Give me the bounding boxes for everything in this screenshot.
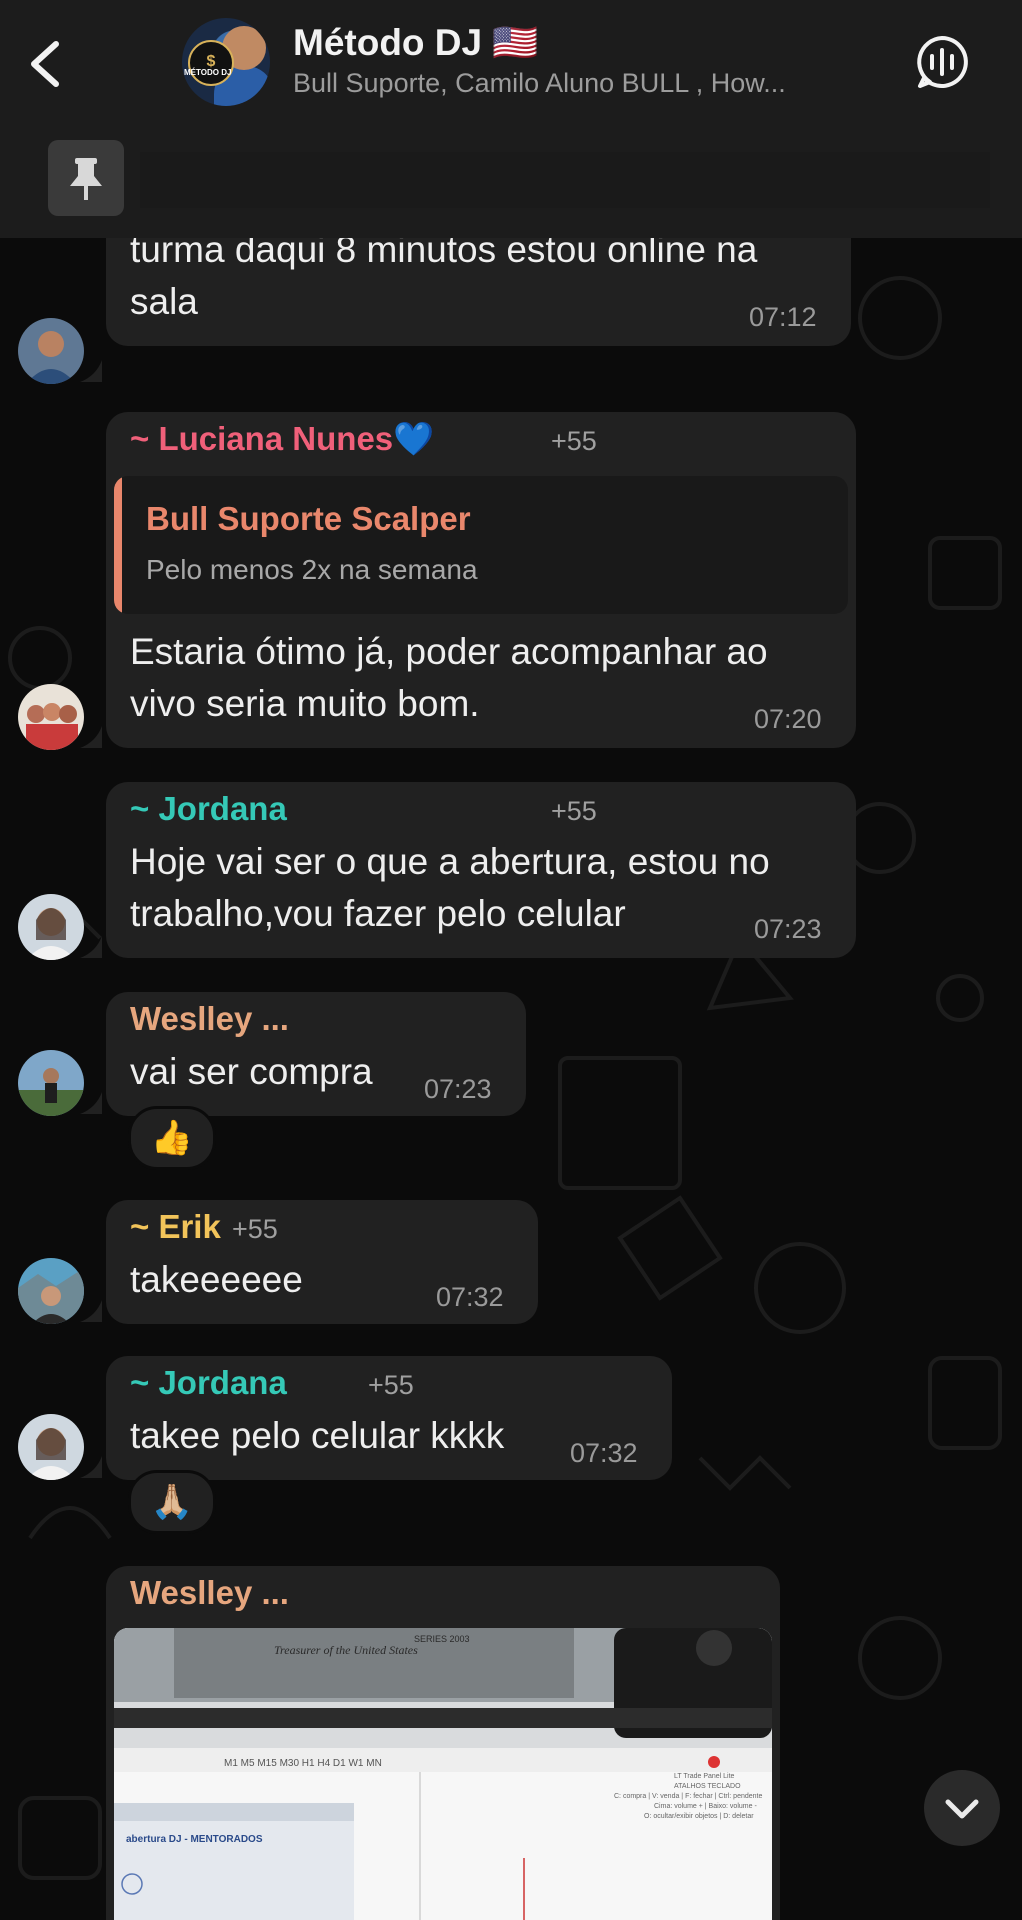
shared-photo[interactable]: Treasurer of the United States SERIES 20… <box>114 1628 772 1920</box>
reply-quote[interactable]: Bull Suporte Scalper Pelo menos 2x na se… <box>114 476 848 614</box>
pinned-message-bar[interactable] <box>0 130 1022 238</box>
message-bubble[interactable]: Weslley ... vai ser compra 07:23 <box>106 992 526 1116</box>
quote-sender: Bull Suporte Scalper <box>146 500 471 537</box>
svg-text:abertura DJ - MENTORADOS: abertura DJ - MENTORADOS <box>126 1834 263 1845</box>
sender-name[interactable]: ~ Jordana <box>130 790 287 828</box>
chevron-down-icon <box>945 1799 979 1819</box>
sender-name[interactable]: ~ Jordana <box>130 1364 287 1402</box>
group-avatar[interactable]: $ MÉTODO DJ <box>182 18 270 106</box>
scroll-to-bottom-button[interactable] <box>924 1770 1000 1846</box>
sender-phone: +55 <box>368 1370 414 1400</box>
message-time: 07:32 <box>436 1282 504 1312</box>
group-members[interactable]: Bull Suporte, Camilo Aluno BULL , How... <box>293 68 786 99</box>
avatar-logo-text: MÉTODO DJ <box>184 68 232 77</box>
quote-text: Pelo menos 2x na semana <box>146 554 478 585</box>
message-time: 07:23 <box>424 1074 492 1104</box>
message-time: 07:20 <box>754 704 822 734</box>
person-avatar-icon <box>18 1258 84 1324</box>
sender-phone: +55 <box>232 1214 278 1244</box>
sender-avatar[interactable] <box>18 1414 84 1480</box>
voice-chat-button[interactable] <box>912 32 972 92</box>
sender-name[interactable]: ~ Luciana Nunes💙 <box>130 420 434 459</box>
message-time: 07:32 <box>570 1438 638 1468</box>
group-title[interactable]: Método DJ 🇺🇸 <box>293 22 538 65</box>
svg-text:LT Trade Panel Lite: LT Trade Panel Lite <box>674 1773 735 1780</box>
message-bubble[interactable]: ~ Jordana +55 takee pelo celular kkkk 07… <box>106 1356 672 1480</box>
voice-chat-icon <box>917 36 968 88</box>
pinned-button[interactable] <box>48 140 124 216</box>
dollar-logo-icon: $ <box>188 40 234 86</box>
message-bubble[interactable]: ~ Erik +55 takeeeeee 07:32 <box>106 1200 538 1324</box>
person-avatar-icon <box>18 1414 84 1480</box>
message-bubble[interactable]: turma daqui 8 minutos estou online na sa… <box>106 238 851 346</box>
svg-text:ATALHOS TECLADO: ATALHOS TECLADO <box>674 1783 741 1790</box>
message-time: 07:23 <box>754 914 822 944</box>
svg-text:M1 M5 M15 M30 H1 H4 D1: M1 M5 M15 M30 H1 H4 D1 W1 MN <box>224 1758 382 1769</box>
sender-phone: +55 <box>551 426 597 456</box>
svg-text:SERIES 2003: SERIES 2003 <box>414 1634 470 1644</box>
message-time: 07:12 <box>749 302 817 332</box>
sender-name[interactable]: ~ Erik <box>130 1208 221 1246</box>
sender-avatar[interactable] <box>18 318 84 384</box>
svg-text:Treasurer of the United States: Treasurer of the United States <box>274 1643 418 1657</box>
message-bubble[interactable]: ~ Jordana +55 Hoje vai ser o que a abert… <box>106 782 856 958</box>
svg-text:O: ocultar/exibir objetos | D:: O: ocultar/exibir objetos | D: deletar <box>644 1813 754 1820</box>
sender-phone: +55 <box>551 796 597 826</box>
message-bubble[interactable]: ~ Luciana Nunes💙 +55 Bull Suporte Scalpe… <box>106 412 856 748</box>
chat-header: $ MÉTODO DJ Método DJ 🇺🇸 Bull Suporte, C… <box>0 0 1022 238</box>
reaction-badge[interactable]: 🙏🏼 <box>128 1470 216 1534</box>
reaction-badge[interactable]: 👍 <box>128 1106 216 1170</box>
sender-avatar[interactable] <box>18 1050 84 1116</box>
sender-avatar[interactable] <box>18 684 84 750</box>
person-avatar-icon <box>18 894 84 960</box>
person-avatar-icon <box>18 318 84 384</box>
back-button[interactable] <box>22 36 78 92</box>
person-avatar-icon <box>18 1050 84 1116</box>
svg-text:C: compra | V: venda | F: fech: C: compra | V: venda | F: fechar | Ctrl:… <box>614 1793 762 1800</box>
sender-name[interactable]: Weslley ... <box>130 1000 289 1038</box>
chevron-left-icon <box>31 41 59 87</box>
sender-avatar[interactable] <box>18 894 84 960</box>
pin-icon <box>70 158 102 200</box>
group-photo-avatar-icon <box>18 684 84 750</box>
svg-text:Cima: volume + | Baixo: volume: Cima: volume + | Baixo: volume - <box>654 1803 757 1810</box>
sender-name[interactable]: Weslley ... <box>130 1574 289 1612</box>
trading-screen-photo: Treasurer of the United States SERIES 20… <box>114 1628 772 1920</box>
sender-avatar[interactable] <box>18 1258 84 1324</box>
